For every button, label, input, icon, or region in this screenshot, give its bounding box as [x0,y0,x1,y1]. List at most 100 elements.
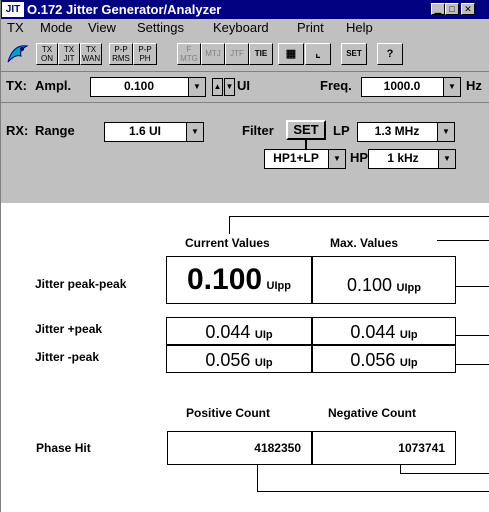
chevron-down-icon: ▼ [328,150,345,168]
current-peak-peak-box: 0.100 UIpp [166,256,312,304]
window-frame [0,0,1,512]
pp-ph-button[interactable]: P-P PH [133,43,157,65]
results-panel: Current Values Max. Values Jitter peak-p… [0,205,489,512]
help-button[interactable]: ? [377,43,403,65]
menu-view[interactable]: View [88,20,116,35]
mtj-button[interactable]: MTJ [201,43,225,65]
title-bar: JIT O.172 Jitter Generator/Analyzer ▁ □ … [0,0,489,19]
current-peak-peak-unit: UIpp [266,280,291,292]
current-values-header: Current Values [185,236,270,250]
max-peak-peak-value: 0.100 [347,275,393,295]
app-logo-icon [7,45,29,63]
chevron-down-icon: ▼ [443,78,460,96]
current-plus-peak-value: 0.044 [205,322,251,342]
indicator-line [437,240,489,241]
rx-settings-bar: RX: Range 1.6 UI ▼ Filter SET LP 1.3 MHz… [0,103,489,203]
max-minus-peak-box: 0.056 UIp [312,345,456,373]
set-button[interactable]: SET [341,43,367,65]
maximize-icon[interactable]: □ [445,3,459,15]
range-select[interactable]: 1.6 UI ▼ [104,122,204,142]
current-minus-peak-unit: UIp [254,357,273,369]
app-window: JIT O.172 Jitter Generator/Analyzer ▁ □ … [0,0,489,512]
app-icon: JIT [2,2,24,17]
indicator-line [229,216,489,217]
f-mtg-button[interactable]: F MTG [177,43,201,65]
menu-help[interactable]: Help [346,20,373,35]
row-label-peak-peak: Jitter peak-peak [35,277,127,291]
freq-label: Freq. [320,78,352,93]
row-label-minus-peak: Jitter -peak [35,350,100,364]
indicator-line [455,286,489,287]
max-plus-peak-unit: UIp [399,329,418,341]
hp-value: 1 kHz [387,151,419,165]
ampl-select[interactable]: 0.100 ▼ [90,77,206,97]
menu-mode[interactable]: Mode [40,20,73,35]
phase-hit-label: Phase Hit [36,441,91,455]
filter-set-button[interactable]: SET [286,120,326,140]
indicator-line [257,491,489,492]
jtf-button[interactable]: JTF [225,43,249,65]
rx-label: RX: [6,123,29,138]
chevron-down-icon: ▼ [186,123,203,141]
chevron-down-icon: ▼ [188,78,205,96]
range-label: Range [35,123,75,138]
freq-unit: Hz [466,78,482,93]
pp-rms-button[interactable]: P-P RMS [109,43,133,65]
menu-print[interactable]: Print [297,20,324,35]
max-peak-peak-box: 0.100 UIpp [312,256,456,304]
indicator-line [455,364,489,365]
filter-label: Filter [242,123,274,138]
lp-value: 1.3 MHz [374,124,420,138]
menu-settings[interactable]: Settings [137,20,184,35]
tx-wan-button[interactable]: TX WAN [80,43,102,65]
max-values-header: Max. Values [330,236,399,250]
negative-count-header: Negative Count [328,406,417,420]
hp-select[interactable]: 1 kHz ▼ [368,149,456,169]
negative-count-value: 1073741 [312,431,456,465]
lp-select[interactable]: 1.3 MHz ▼ [357,122,455,142]
ampl-label: Ampl. [35,78,72,93]
toolbar: TX ON TX JIT TX WAN P-P RMS P-P PH F MTG MTJ J… [0,37,489,72]
freq-select[interactable]: 1000.0 ▼ [361,77,461,97]
range-value: 1.6 UI [128,124,161,138]
indicator-line [455,335,489,336]
positive-count-header: Positive Count [186,406,271,420]
window-title: O.172 Jitter Generator/Analyzer [27,2,222,17]
menu-bar: TX Mode View Settings Keyboard Print Hel… [0,19,489,37]
current-peak-peak-value: 0.100 [187,263,263,296]
ampl-down-button[interactable]: ▼ [224,78,235,96]
filter-mode-select[interactable]: HP1+LP ▼ [264,149,346,169]
freq-value: 1000.0 [383,79,421,93]
max-minus-peak-value: 0.056 [350,350,396,370]
current-plus-peak-unit: UIp [254,329,273,341]
close-icon[interactable]: ✕ [461,3,475,15]
menu-keyboard[interactable]: Keyboard [213,20,269,35]
current-minus-peak-box: 0.056 UIp [166,345,312,373]
hp-label: HP [350,150,369,165]
chevron-down-icon: ▼ [437,123,454,141]
ampl-unit: UI [237,78,250,93]
tx-settings-bar: TX: Ampl. 0.100 ▼ ▲ ▼ UI Freq. 1000.0 ▼ … [0,72,489,103]
table-view-button[interactable]: ▦ [278,43,304,65]
max-peak-peak-unit: UIpp [396,282,421,294]
positive-count-value: 4182350 [167,431,312,465]
current-minus-peak-value: 0.056 [205,350,251,370]
filter-mode-value: HP1+LP [273,151,319,165]
lp-label: LP [333,123,350,138]
max-plus-peak-box: 0.044 UIp [312,317,456,345]
chevron-down-icon: ▼ [438,150,455,168]
tx-label: TX: [6,78,27,93]
menu-tx[interactable]: TX [7,20,24,35]
ampl-value: 0.100 [123,79,155,93]
indicator-line [400,473,489,474]
tx-on-button[interactable]: TX ON [36,43,58,65]
minimize-icon[interactable]: ▁ [431,3,445,15]
max-plus-peak-value: 0.044 [350,322,396,342]
graph-view-button[interactable]: ⌞ [305,43,331,65]
current-plus-peak-box: 0.044 UIp [166,317,312,345]
max-minus-peak-unit: UIp [399,357,418,369]
tx-jit-button[interactable]: TX JIT [58,43,80,65]
ampl-up-button[interactable]: ▲ [212,78,223,96]
row-label-plus-peak: Jitter +peak [35,322,103,336]
tie-button[interactable]: TIE [249,43,273,65]
